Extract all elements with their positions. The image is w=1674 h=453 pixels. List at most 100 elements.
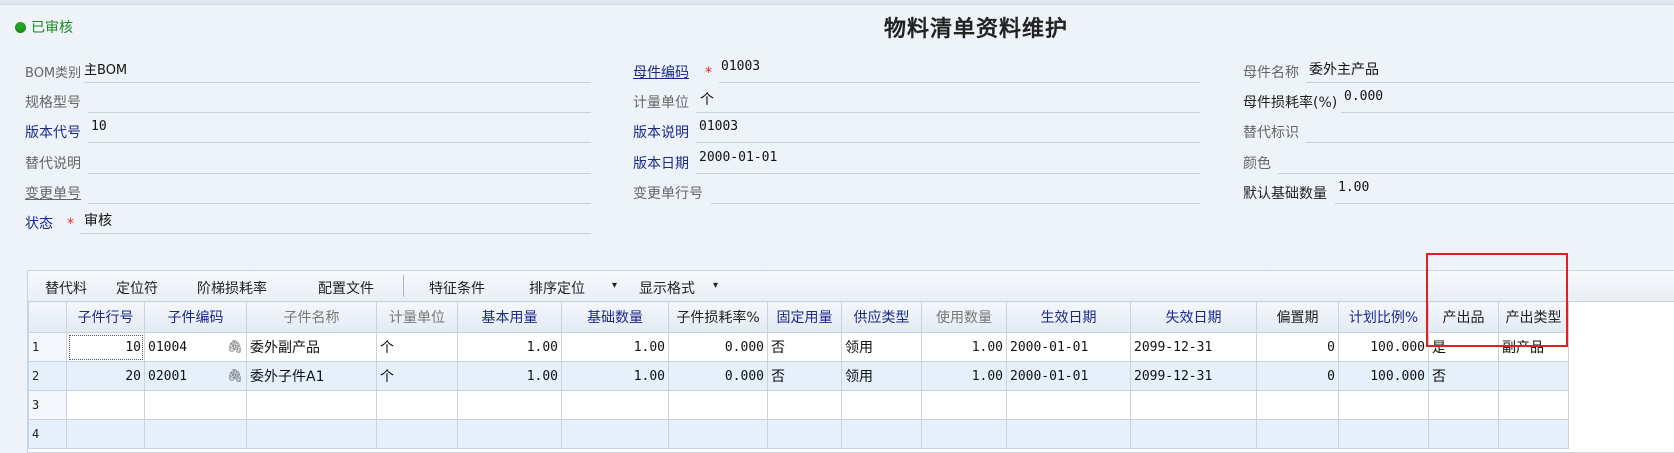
col-supply-type[interactable]: 供应类型 <box>841 301 922 333</box>
cell-output-type[interactable]: 副产品 <box>1498 332 1569 362</box>
row-number: 3 <box>28 390 67 420</box>
cell-expire-date[interactable]: 2099-12-31 <box>1130 332 1257 362</box>
sort-locate-button[interactable]: 排序定位 <box>529 278 585 298</box>
cell-expire-date[interactable]: 2099-12-31 <box>1130 361 1257 391</box>
config-file-button[interactable]: 配置文件 <box>318 278 374 298</box>
parent-loss-value[interactable]: 0.000 <box>1344 89 1383 104</box>
cell-unit[interactable]: 个 <box>376 361 458 391</box>
field-change-line[interactable]: 变更单行号 <box>633 180 1200 204</box>
cell-code[interactable]: 01004 🖇 <box>144 332 247 362</box>
col-unit[interactable]: 计量单位 <box>376 301 458 333</box>
row-number-header <box>28 301 67 333</box>
cell-supply-type[interactable]: 领用 <box>841 361 922 391</box>
cell-output[interactable]: 是 <box>1428 332 1499 362</box>
display-format-button[interactable]: 显示格式 <box>639 278 695 298</box>
cell-loss-rate[interactable]: 0.000 <box>668 361 768 391</box>
cell-offset[interactable]: 0 <box>1256 332 1339 362</box>
default-qty-value[interactable]: 1.00 <box>1338 180 1369 195</box>
cell-unit[interactable]: 个 <box>376 332 458 362</box>
cell-loss-rate[interactable]: 0.000 <box>668 332 768 362</box>
cell-fixed[interactable]: 否 <box>767 361 842 391</box>
substitute-button[interactable]: 替代料 <box>45 278 87 298</box>
locator-button[interactable]: 定位符 <box>116 278 158 298</box>
toolbar-separator <box>403 275 404 297</box>
cell-line-no[interactable]: 10 <box>66 332 145 362</box>
cell-effective-date[interactable]: 2000-01-01 <box>1006 361 1131 391</box>
feature-button[interactable]: 特征条件 <box>429 278 485 298</box>
cell-code[interactable]: 02001 🖇 <box>144 361 247 391</box>
cell-output[interactable]: 否 <box>1428 361 1499 391</box>
parent-name-value[interactable]: 委外主产品 <box>1309 59 1379 79</box>
field-parent-loss[interactable]: 母件损耗率(%) 0.000 <box>1243 89 1674 113</box>
table-row[interactable]: 3 <box>28 390 1569 420</box>
parent-code-link[interactable]: 母件编码 <box>633 62 689 82</box>
cell-base-qty[interactable]: 1.00 <box>457 332 562 362</box>
cell-output-type[interactable] <box>1498 361 1569 391</box>
field-unit[interactable]: 计量单位 个 <box>633 89 1200 113</box>
cell-basic-qty[interactable]: 1.00 <box>561 361 669 391</box>
field-version-date[interactable]: 版本日期 2000-01-01 <box>633 150 1200 174</box>
field-state[interactable]: 状态 * 审核 <box>25 210 591 234</box>
field-label: 规格型号 <box>25 95 81 111</box>
col-code[interactable]: 子件编码 <box>144 301 247 333</box>
col-expire-date[interactable]: 失效日期 <box>1130 301 1257 333</box>
parent-code-value[interactable]: 01003 <box>721 59 760 74</box>
col-effective-date[interactable]: 生效日期 <box>1006 301 1131 333</box>
caret-down-icon[interactable]: ▾ <box>713 280 718 291</box>
field-parent-code[interactable]: 母件编码 * 01003 <box>633 59 1200 83</box>
cell-fixed[interactable]: 否 <box>767 332 842 362</box>
cell-plan-ratio[interactable]: 100.000 <box>1338 361 1429 391</box>
col-loss-rate[interactable]: 子件损耗率% <box>668 301 768 333</box>
cell-line-no[interactable]: 20 <box>66 361 145 391</box>
bom-detail-grid: 替代料 定位符 阶梯损耗率 配置文件 特征条件 排序定位 ▾ 显示格式 ▾ 子件… <box>27 270 1674 453</box>
state-value[interactable]: 审核 <box>84 210 112 230</box>
cell-offset[interactable]: 0 <box>1256 361 1339 391</box>
col-output-type[interactable]: 产出类型 <box>1498 301 1569 333</box>
cell-name[interactable]: 委外子件A1 <box>246 361 377 391</box>
field-bom-type[interactable]: BOM类别 主BOM <box>25 59 591 83</box>
field-version-code[interactable]: 版本代号 10 <box>25 119 591 143</box>
step-loss-button[interactable]: 阶梯损耗率 <box>197 278 267 298</box>
cell-use-qty[interactable]: 1.00 <box>921 332 1007 362</box>
field-parent-name[interactable]: 母件名称 委外主产品 <box>1243 59 1674 83</box>
field-change-no[interactable]: 变更单号 <box>25 180 591 204</box>
table-row[interactable]: 4 <box>28 419 1569 449</box>
cell-basic-qty[interactable]: 1.00 <box>561 332 669 362</box>
cell-effective-date[interactable]: 2000-01-01 <box>1006 332 1131 362</box>
field-sub-flag[interactable]: 替代标识 <box>1243 119 1674 143</box>
col-fixed[interactable]: 固定用量 <box>767 301 842 333</box>
cell-use-qty[interactable]: 1.00 <box>921 361 1007 391</box>
field-default-qty[interactable]: 默认基础数量 1.00 <box>1243 180 1674 204</box>
version-date-value[interactable]: 2000-01-01 <box>699 150 777 165</box>
version-code-value[interactable]: 10 <box>91 119 107 134</box>
cell-base-qty[interactable]: 1.00 <box>457 361 562 391</box>
table-row[interactable]: 1 10 01004 🖇 委外副产品 个 1.00 1.00 0.000 否 领用… <box>28 332 1569 362</box>
col-plan-ratio[interactable]: 计划比例% <box>1338 301 1429 333</box>
col-name[interactable]: 子件名称 <box>246 301 377 333</box>
field-spec[interactable]: 规格型号 <box>25 89 591 113</box>
version-desc-value[interactable]: 01003 <box>699 119 738 134</box>
col-output[interactable]: 产出品 <box>1428 301 1499 333</box>
field-label: 替代标识 <box>1243 125 1299 141</box>
field-color[interactable]: 颜色 <box>1243 150 1674 174</box>
col-basic-qty[interactable]: 基础数量 <box>561 301 669 333</box>
col-use-qty[interactable]: 使用数量 <box>921 301 1007 333</box>
required-asterisk-icon: * <box>705 65 712 81</box>
caret-down-icon[interactable]: ▾ <box>612 280 617 291</box>
col-base-qty[interactable]: 基本用量 <box>457 301 562 333</box>
field-label[interactable]: 变更单号 <box>25 183 81 203</box>
cell-supply-type[interactable]: 领用 <box>841 332 922 362</box>
cell-name[interactable]: 委外副产品 <box>246 332 377 362</box>
field-label: 颜色 <box>1243 156 1271 172</box>
table-row[interactable]: 2 20 02001 🖇 委外子件A1 个 1.00 1.00 0.000 否 领… <box>28 361 1569 391</box>
col-line-no[interactable]: 子件行号 <box>66 301 145 333</box>
field-version-desc[interactable]: 版本说明 01003 <box>633 119 1200 143</box>
field-label: BOM类别 <box>25 66 82 81</box>
paperclip-icon[interactable]: 🖇 <box>226 340 243 355</box>
cell-plan-ratio[interactable]: 100.000 <box>1338 332 1429 362</box>
col-offset[interactable]: 偏置期 <box>1256 301 1339 333</box>
field-sub-desc[interactable]: 替代说明 <box>25 150 591 174</box>
paperclip-icon[interactable]: 🖇 <box>226 369 243 384</box>
bom-type-value[interactable]: 主BOM <box>84 59 127 78</box>
unit-value[interactable]: 个 <box>700 89 714 109</box>
